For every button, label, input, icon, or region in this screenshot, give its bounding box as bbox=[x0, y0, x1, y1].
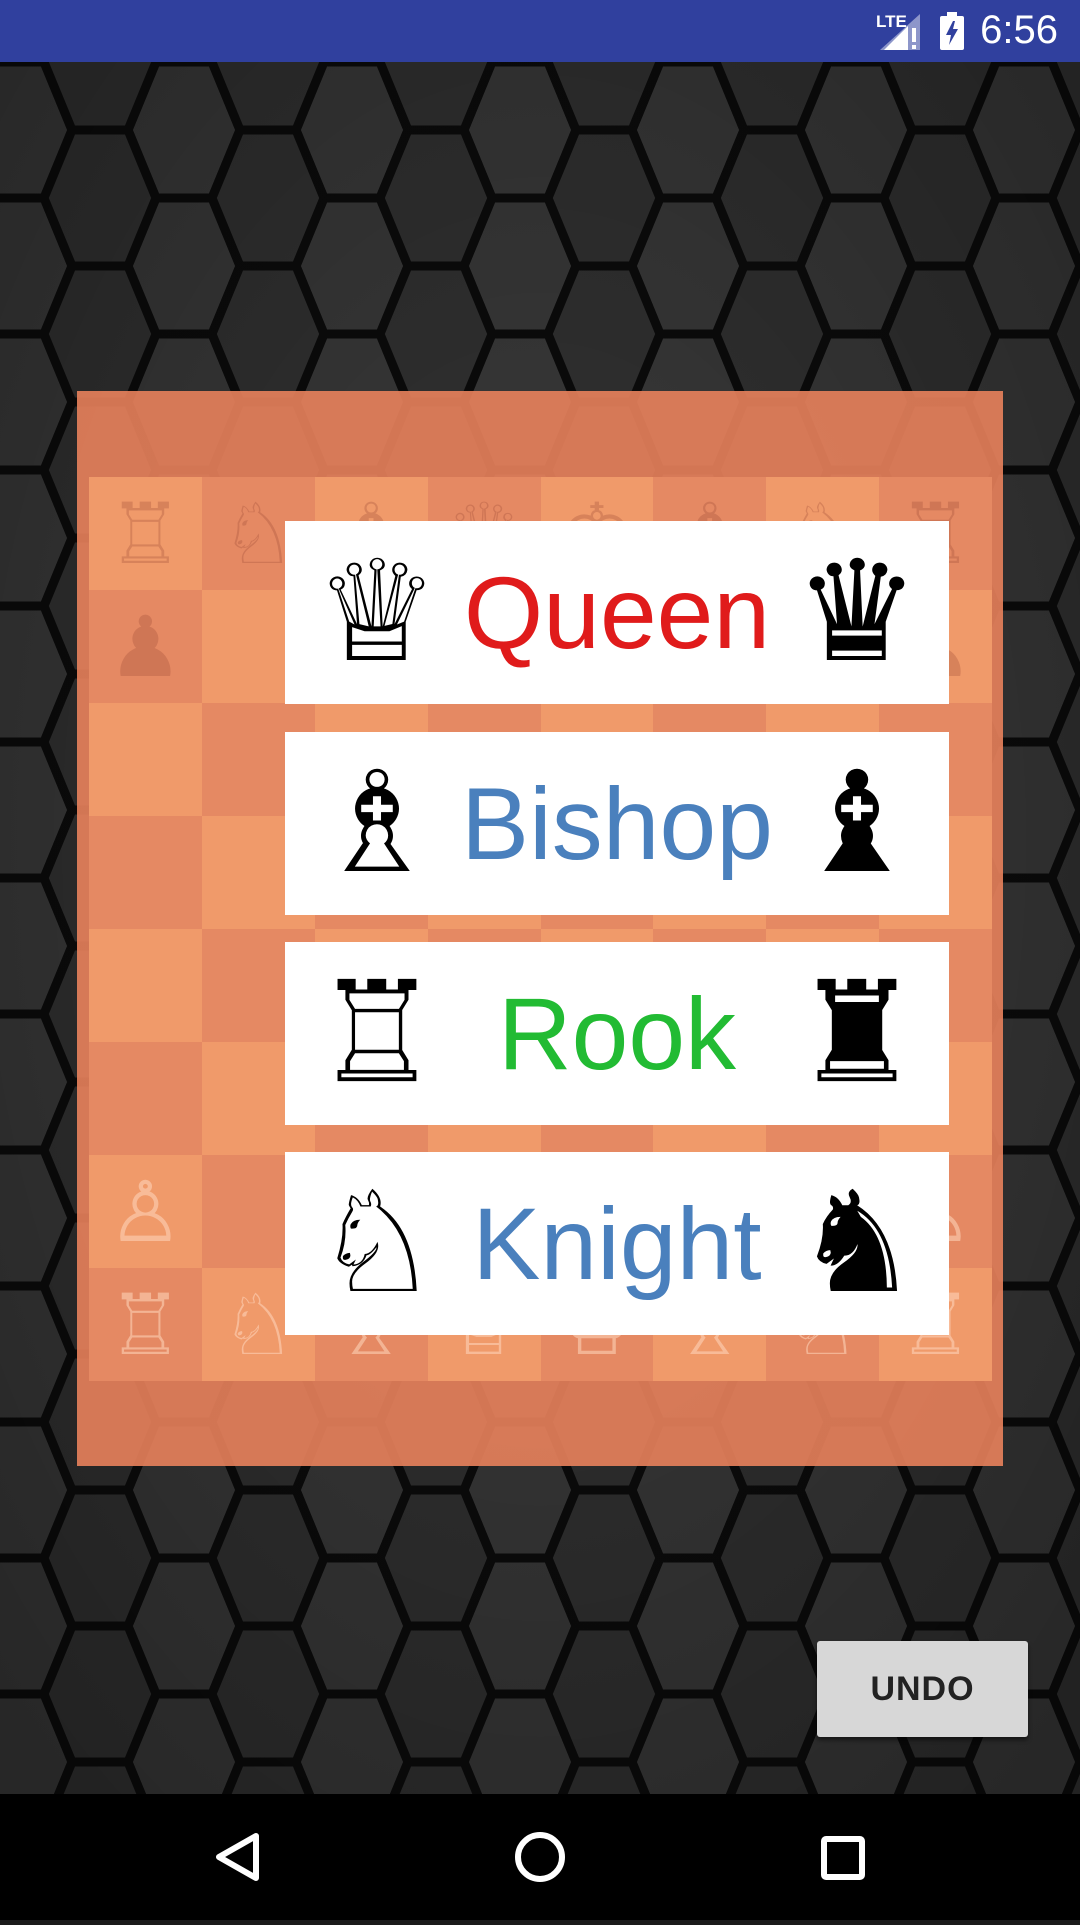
lte-signal-icon bbox=[880, 14, 920, 55]
recents-icon bbox=[821, 1836, 865, 1880]
navigation-bar bbox=[0, 1794, 1080, 1920]
white-queen-icon: ♕ bbox=[314, 530, 440, 694]
board-square bbox=[89, 1042, 202, 1155]
board-square: ♖ bbox=[89, 1268, 202, 1381]
queen-label: Queen bbox=[463, 555, 771, 670]
back-button[interactable] bbox=[157, 1794, 317, 1920]
promote-knight-button[interactable]: ♘ Knight ♞ bbox=[285, 1152, 949, 1335]
bishop-label: Bishop bbox=[461, 766, 773, 881]
promote-queen-button[interactable]: ♕ Queen ♛ bbox=[285, 521, 949, 704]
clock: 6:56 bbox=[980, 8, 1058, 52]
battery-charging-icon bbox=[940, 12, 964, 55]
home-button[interactable] bbox=[460, 1794, 620, 1920]
promotion-panel: ♖ ♘ ♗ ♕ ♔ ♗ ♘ ♖ ♟ ♟ ♙ ♙ ♖ ♘ ♗ ♕ ♔ bbox=[77, 391, 1003, 1466]
board-square bbox=[89, 816, 202, 929]
recents-button[interactable] bbox=[763, 1794, 923, 1920]
white-bishop-icon: ♗ bbox=[314, 741, 440, 905]
board-square: ♖ bbox=[89, 477, 202, 590]
white-rook-icon: ♖ bbox=[314, 951, 440, 1115]
black-knight-icon: ♞ bbox=[794, 1161, 920, 1325]
status-bar: LTE 6:56 bbox=[0, 0, 1080, 62]
rook-label: Rook bbox=[497, 976, 737, 1091]
board-square: ♟ bbox=[89, 590, 202, 703]
board-square bbox=[89, 929, 202, 1042]
white-knight-icon: ♘ bbox=[314, 1161, 440, 1325]
board-square: ♙ bbox=[89, 1155, 202, 1268]
black-rook-icon: ♜ bbox=[794, 951, 920, 1115]
promote-bishop-button[interactable]: ♗ Bishop ♝ bbox=[285, 732, 949, 915]
black-queen-icon: ♛ bbox=[794, 530, 920, 694]
home-icon bbox=[515, 1832, 565, 1882]
promote-rook-button[interactable]: ♖ Rook ♜ bbox=[285, 942, 949, 1125]
board-square bbox=[89, 703, 202, 816]
back-icon bbox=[216, 1833, 259, 1881]
undo-button[interactable]: UNDO bbox=[817, 1641, 1028, 1737]
knight-label: Knight bbox=[472, 1186, 762, 1301]
black-bishop-icon: ♝ bbox=[794, 741, 920, 905]
